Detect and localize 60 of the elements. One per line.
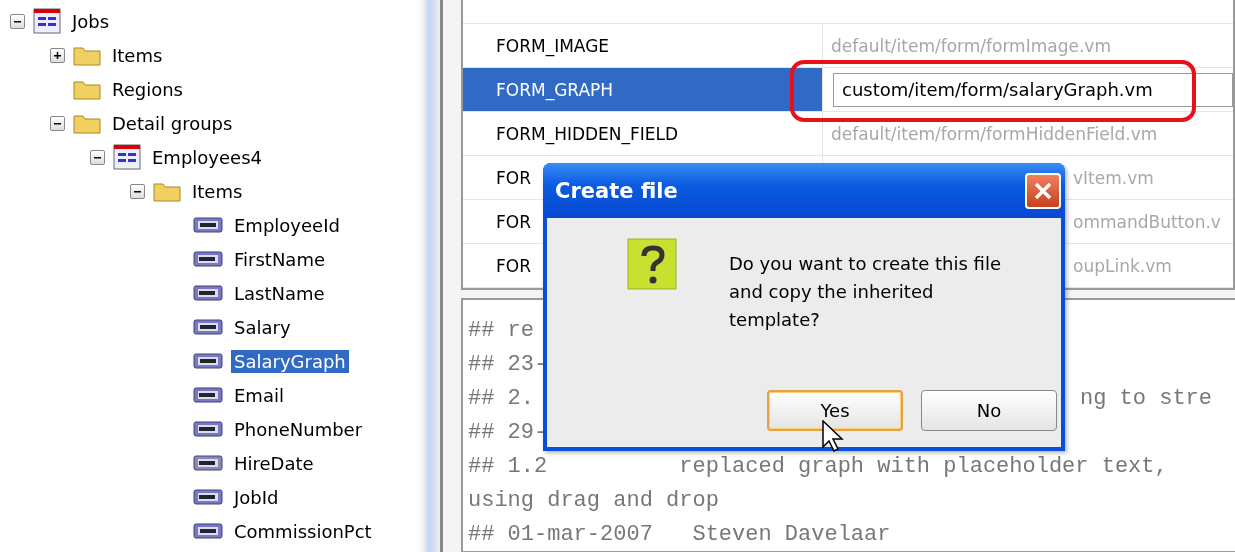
- folder-icon: [73, 112, 101, 134]
- code-line: ## re: [468, 317, 534, 343]
- tree-item[interactable]: Jobs: [69, 9, 113, 33]
- question-icon: [627, 238, 679, 292]
- expand-toggle[interactable]: [130, 183, 145, 199]
- type-badge-icon: [193, 353, 223, 369]
- close-button[interactable]: [1025, 172, 1061, 209]
- tree-item[interactable]: CommissionPct: [231, 519, 375, 543]
- code-line: using drag and drop: [468, 487, 719, 513]
- type-badge-icon: [193, 421, 223, 437]
- code-line: ## 1.2 replaced graph with placeholder text,: [468, 453, 1168, 479]
- template-path: default/item/form/formImage.vm: [831, 35, 1111, 56]
- dialog-button[interactable]: Yes: [767, 390, 903, 431]
- plus-icon: [53, 50, 62, 60]
- type-badge-icon: [193, 285, 223, 301]
- type-badge-icon: [193, 489, 223, 505]
- template-name[interactable]: FORM_GRAPH: [463, 68, 823, 111]
- code-line: ## 29-: [468, 419, 548, 445]
- type-badge-icon: [193, 523, 223, 539]
- type-badge-icon: [193, 251, 223, 267]
- tree-item[interactable]: HireDate: [231, 451, 317, 475]
- tree-item[interactable]: Items: [189, 179, 246, 203]
- code-line: ## 2.: [468, 385, 534, 411]
- template-path: vItem.vm: [1073, 167, 1154, 188]
- tree-item[interactable]: JobId: [231, 485, 282, 509]
- dialog-title: Create file: [555, 178, 678, 203]
- type-badge-icon: [193, 319, 223, 335]
- code-line: ## 01-mar-2007 Steven Davelaar: [468, 521, 891, 547]
- type-badge-icon: [193, 217, 223, 233]
- type-badge-icon: [193, 455, 223, 471]
- tree-item[interactable]: Employees4: [149, 145, 265, 169]
- template-path: default/item/form/formHiddenField.vm: [831, 123, 1158, 144]
- tree-item[interactable]: FirstName: [231, 247, 328, 271]
- tree-item[interactable]: Items: [109, 43, 166, 67]
- table-icon: [33, 8, 61, 34]
- code-line: ng to stre: [1080, 385, 1213, 411]
- expand-toggle[interactable]: [50, 47, 65, 63]
- tree-item[interactable]: EmployeeId: [231, 213, 343, 237]
- expand-toggle[interactable]: [50, 115, 65, 131]
- close-icon: [1033, 180, 1053, 201]
- folder-icon: [73, 78, 101, 100]
- tree-item[interactable]: Regions: [109, 77, 186, 101]
- expand-toggle[interactable]: [90, 149, 105, 165]
- dialog-button[interactable]: No: [921, 390, 1057, 431]
- type-badge-icon: [193, 387, 223, 403]
- template-path: oupLink.vm: [1073, 255, 1172, 276]
- expand-toggle[interactable]: [10, 13, 25, 29]
- tree-item[interactable]: PhoneNumber: [231, 417, 366, 441]
- tree-item[interactable]: Detail groups: [109, 111, 236, 135]
- tree-item[interactable]: SalaryGraph: [231, 349, 349, 373]
- mouse-pointer-icon: [822, 420, 844, 452]
- folder-icon: [153, 180, 181, 202]
- tree-item[interactable]: Salary: [231, 315, 294, 339]
- tree-item[interactable]: LastName: [231, 281, 328, 305]
- folder-icon: [73, 44, 101, 66]
- template-path: ommandButton.v: [1073, 211, 1221, 232]
- code-line: ## 23-: [468, 351, 548, 377]
- table-icon: [113, 144, 141, 170]
- tree-item[interactable]: Email: [231, 383, 287, 407]
- template-path-field[interactable]: custom/item/form/salaryGraph.vm: [833, 72, 1233, 107]
